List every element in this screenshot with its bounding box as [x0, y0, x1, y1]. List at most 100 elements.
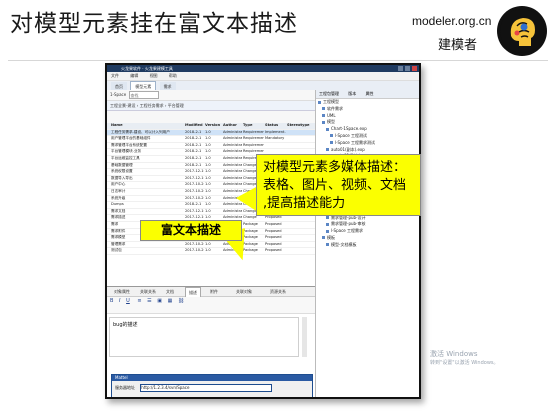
callout-line: 表格、图片、视频、文档	[263, 178, 407, 193]
property-tab[interactable]: 对象属性	[111, 287, 133, 296]
tree-item[interactable]: 软件需求	[316, 106, 419, 113]
grid-cell: 用户中心	[111, 182, 126, 187]
brand-name: 建模者	[438, 38, 478, 53]
tab-properties[interactable]: 属性	[366, 91, 374, 96]
menu-item-view[interactable]: 视图	[150, 73, 158, 78]
element-list-pane: 1-Space 工程全景-建设 › 工程任务需求 › 平台管理 Name Modi…	[107, 90, 316, 397]
grid-cell: 平台管理模块-业务	[111, 149, 142, 154]
tree-item-label: 模板	[327, 234, 335, 240]
tree-item[interactable]: 模板	[316, 235, 419, 242]
property-tab[interactable]: 资源关系	[267, 287, 289, 296]
underline-icon[interactable]: U	[126, 298, 130, 304]
maximize-icon[interactable]	[405, 66, 410, 71]
link-icon[interactable]: ⛓	[178, 298, 184, 304]
table-row[interactable]: 管理需求2017-10-261.0Administrat...PackagePr…	[107, 242, 315, 249]
folder-icon	[322, 120, 325, 124]
callout-pointer	[236, 186, 258, 212]
list-icon[interactable]: ☰	[147, 298, 151, 304]
tree-item[interactable]: l-Space 工程需求测试	[316, 140, 419, 147]
tree-item-label: UML	[327, 112, 336, 118]
grid-cell: Proposed	[265, 235, 282, 240]
grid-cell: 2018-2-1	[185, 129, 202, 134]
grid-cell: Requirement	[243, 136, 264, 141]
tree-item[interactable]: 模型	[316, 119, 419, 126]
grid-cell: Administrat...	[223, 169, 242, 174]
table-row[interactable]: 需求管理平台系统配置 2018-2-11.0 Administrat...Requi…	[107, 143, 315, 150]
grid-cell: 1.0	[205, 169, 211, 174]
editor-scrollbar[interactable]	[302, 317, 307, 357]
properties-pane: 对象属性 关联关系 文档 描述 附件 关联对象 资源关系 B I U ≡ ☰ ▣ ▦ ⛓ b…	[107, 286, 315, 397]
rich-text-editor[interactable]: bug的描述	[109, 317, 299, 357]
table-row[interactable]: 测试包2017-10-261.0Administrat...PackagePro…	[107, 248, 315, 255]
table-row[interactable]: 用户管理平台的基础组件 2018-2-11.0 Administrat...Requ…	[107, 136, 315, 143]
grid-cell: 2017-10-26	[185, 195, 204, 200]
tree-item-label: l-Space 工程需求	[331, 228, 364, 234]
menu-item-help[interactable]: 帮助	[169, 73, 177, 78]
grid-cell: Stereotype	[287, 123, 310, 127]
grid-cell: 1.0	[205, 149, 211, 154]
menu-item-edit[interactable]: 编辑	[130, 73, 138, 78]
package-selector[interactable]: 1-Space	[110, 92, 126, 97]
watermark-line: 激活 Windows	[430, 350, 478, 358]
minimize-icon[interactable]	[398, 66, 403, 71]
workspace: 1-Space 工程全景-建设 › 工程任务需求 › 平台管理 Name Modi…	[107, 90, 419, 397]
tree-item[interactable]: Chart-1Space.exp	[316, 126, 419, 133]
grid-header-row[interactable]: Name Modified Version Author Type Status Stere…	[107, 123, 315, 130]
search-input[interactable]	[129, 91, 160, 99]
property-tab[interactable]: 关联关系	[137, 287, 159, 296]
tab-version[interactable]: 版本	[348, 91, 356, 96]
folder-icon	[322, 114, 325, 118]
grid-cell: 1.0	[205, 182, 211, 187]
grid-cell: 2018-2-1	[185, 149, 202, 154]
property-tab[interactable]: 附件	[207, 287, 221, 296]
grid-cell: 2018-2-1	[185, 162, 202, 167]
grid-cell: 2017-10-26	[185, 182, 204, 187]
activation-watermark: 激活 Windows 转到"设置"以激活 Windows。	[430, 350, 499, 368]
grid-cell: 1.0	[205, 175, 211, 180]
rich-text-toolbar: B I U ≡ ☰ ▣ ▦ ⛓	[107, 297, 315, 314]
italic-icon[interactable]: I	[119, 298, 120, 304]
grid-cell: 1.0	[205, 142, 211, 147]
table-icon[interactable]: ▦	[168, 298, 173, 304]
grid-cell: Modified	[185, 123, 203, 127]
grid-cell: 2017-10-26	[185, 188, 204, 193]
grid-cell: Administrat...	[223, 142, 242, 147]
editor-content: bug的描述	[113, 322, 138, 328]
folder-icon	[326, 148, 329, 152]
image-icon[interactable]: ▣	[157, 298, 162, 304]
tree-item[interactable]: l-Space 工程需求	[316, 228, 419, 235]
grid-cell: 管理需求	[111, 241, 126, 246]
grid-cell: Administrat...	[223, 155, 242, 160]
property-tabs: 对象属性 关联关系 文档 描述 附件 关联对象 资源关系	[107, 287, 315, 297]
folder-icon	[326, 229, 329, 233]
server-address-field[interactable]: http://1.2.3.4/svn/Space	[140, 384, 273, 392]
grid-cell: Proposed	[265, 228, 282, 233]
folder-icon	[318, 100, 321, 104]
tree-item[interactable]: 模型-文档模板	[316, 242, 419, 249]
align-left-icon[interactable]: ≡	[137, 298, 141, 304]
tree-item[interactable]: l-Space 工程测试	[316, 133, 419, 140]
tab-project[interactable]: 工程包管理	[319, 91, 339, 96]
grid-cell: 需求管理平台系统配置	[111, 142, 147, 147]
grid-cell: Name	[111, 123, 123, 127]
property-tab[interactable]: 描述	[185, 287, 201, 297]
grid-cell: 数据导入导出	[111, 175, 133, 180]
config-dialog: Mattel 服务器地址 http://1.2.3.4/svn/Space	[111, 374, 313, 397]
grid-cell: Administrat...	[223, 129, 242, 134]
bold-icon[interactable]: B	[110, 298, 113, 304]
tree-item-label: 软件需求	[327, 105, 343, 111]
grid-cell: Administrat...	[223, 136, 242, 141]
grid-cell: Implement..	[265, 129, 286, 134]
menu-item-file[interactable]: 文件	[111, 73, 119, 78]
property-tab[interactable]: 关联对象	[233, 287, 255, 296]
table-row[interactable]: 工程任务需求-建设、可以计入列用户 2018-2-11.0 Administrat.…	[107, 129, 315, 137]
grid-cell: 1.0	[205, 188, 211, 193]
grid-cell: 2017-12-16	[185, 169, 204, 174]
rich-text-label: 富文本描述	[140, 220, 242, 241]
folder-icon	[330, 134, 333, 138]
property-tab[interactable]: 文档	[163, 287, 177, 296]
close-icon[interactable]	[412, 66, 417, 71]
tree-item[interactable]: 工程模型	[316, 99, 419, 106]
grid-cell: Package	[243, 221, 258, 226]
brain-logo-icon	[497, 6, 547, 56]
